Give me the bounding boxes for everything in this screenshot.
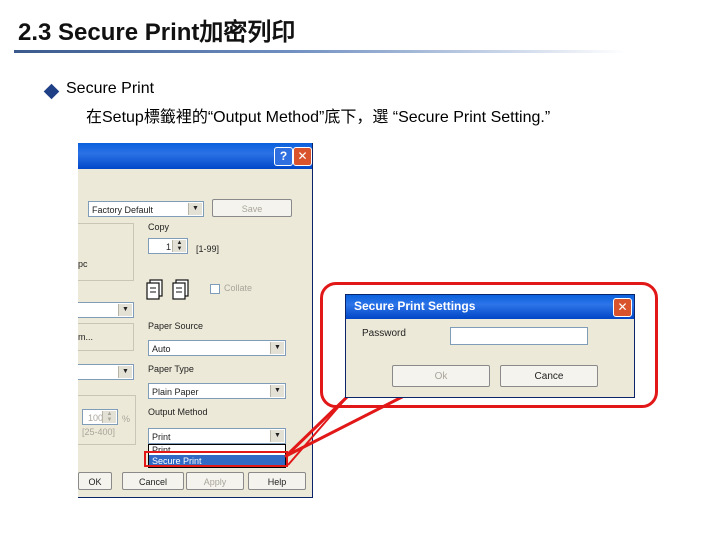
- close-icon[interactable]: ✕: [613, 298, 632, 317]
- dialog-title: Secure Print Settings: [354, 299, 476, 313]
- ok-button[interactable]: Ok: [392, 365, 490, 387]
- callout-connector: [284, 394, 406, 466]
- password-field[interactable]: [450, 327, 588, 345]
- cancel-button[interactable]: Cance: [500, 365, 598, 387]
- secure-print-highlight: [144, 451, 288, 467]
- password-label: Password: [362, 328, 406, 339]
- secure-print-settings-dialog: Secure Print Settings ✕ Password Ok Canc…: [345, 294, 635, 398]
